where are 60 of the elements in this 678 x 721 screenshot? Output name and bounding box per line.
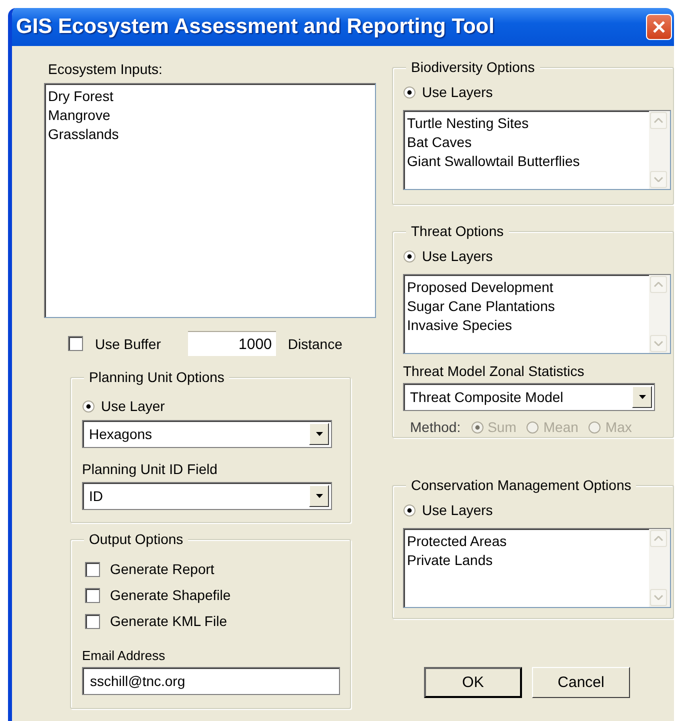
scroll-up-icon (650, 276, 667, 293)
checkbox[interactable]: Use Buffer (68, 336, 161, 352)
unit-label: Distance (288, 336, 342, 352)
close-icon (652, 20, 666, 34)
checkbox[interactable]: Generate KML File (85, 612, 231, 630)
cancel-button[interactable]: Cancel (532, 667, 630, 698)
list-item[interactable]: Invasive Species (407, 316, 512, 335)
field-label: Threat Model Zonal Statistics (403, 363, 584, 379)
list-item[interactable]: Turtle Nesting Sites (407, 114, 529, 133)
list-item[interactable]: Private Lands (407, 551, 493, 570)
radio-icon (526, 420, 540, 434)
radio-button[interactable]: Use Layers (403, 501, 493, 519)
radio-button[interactable]: Use Layers (403, 83, 493, 101)
radio-button[interactable]: Use Layer (82, 397, 165, 415)
radio-icon (588, 420, 602, 434)
input-field[interactable]: sschill@tnc.org (82, 667, 340, 695)
group-title: Threat Options (406, 223, 509, 240)
radio-icon (470, 420, 484, 434)
method-label: Method: (410, 419, 461, 435)
list-box[interactable]: Proposed Development Sugar Cane Plantations Invasive Species (403, 274, 671, 354)
list-item[interactable]: Grasslands (48, 125, 119, 144)
field-label: Email Address (82, 648, 166, 663)
list-box[interactable]: Protected Areas Private Lands (403, 528, 671, 608)
scroll-up-icon (650, 112, 667, 129)
list-item[interactable]: Protected Areas (407, 532, 507, 551)
close-button[interactable] (646, 14, 672, 40)
list-label: Ecosystem Inputs: (48, 61, 162, 77)
field-label: Planning Unit ID Field (82, 461, 218, 477)
list-item[interactable]: Proposed Development (407, 278, 554, 297)
input-field[interactable]: 1000 (188, 331, 276, 356)
dropdown[interactable]: ID (82, 482, 332, 510)
list-item[interactable]: Giant Swallowtail Butterflies (407, 152, 580, 171)
radio-button[interactable]: Use Layers (403, 247, 493, 265)
list-box[interactable]: Dry Forest Mangrove Grasslands (44, 83, 376, 318)
dropdown-arrow-icon (638, 395, 646, 399)
list-item[interactable]: Bat Caves (407, 133, 472, 152)
window-title: GIS Ecosystem Assessment and Reporting Tool (16, 15, 494, 39)
scroll-up-icon (650, 530, 667, 547)
radio-icon (403, 86, 416, 98)
group-title: Conservation Management Options (406, 477, 636, 494)
dropdown-arrow-icon (316, 432, 322, 436)
group-title: Planning Unit Options (84, 369, 230, 386)
list-item[interactable]: Mangrove (48, 106, 110, 125)
list-box[interactable]: Turtle Nesting Sites Bat Caves Giant Swallowtail Butterflies (403, 110, 671, 190)
checkbox[interactable]: Generate Report (85, 560, 231, 578)
radio-icon (403, 504, 416, 516)
dropdown[interactable]: Threat Composite Model (403, 383, 655, 411)
list-item[interactable]: Dry Forest (48, 87, 114, 106)
scroll-down-icon (650, 335, 667, 352)
radio-icon (403, 250, 416, 262)
radio-icon (82, 400, 95, 412)
scroll-down-icon (650, 589, 667, 606)
ok-button[interactable]: OK (424, 667, 522, 698)
group-title: Output Options (84, 531, 188, 548)
dropdown-arrow-icon (316, 494, 322, 498)
dropdown[interactable]: Hexagons (82, 420, 332, 448)
scroll-down-icon (650, 171, 667, 188)
list-item[interactable]: Sugar Cane Plantations (407, 297, 555, 316)
checkbox[interactable]: Generate Shapefile (85, 586, 231, 604)
group-title: Biodiversity Options (406, 59, 540, 76)
